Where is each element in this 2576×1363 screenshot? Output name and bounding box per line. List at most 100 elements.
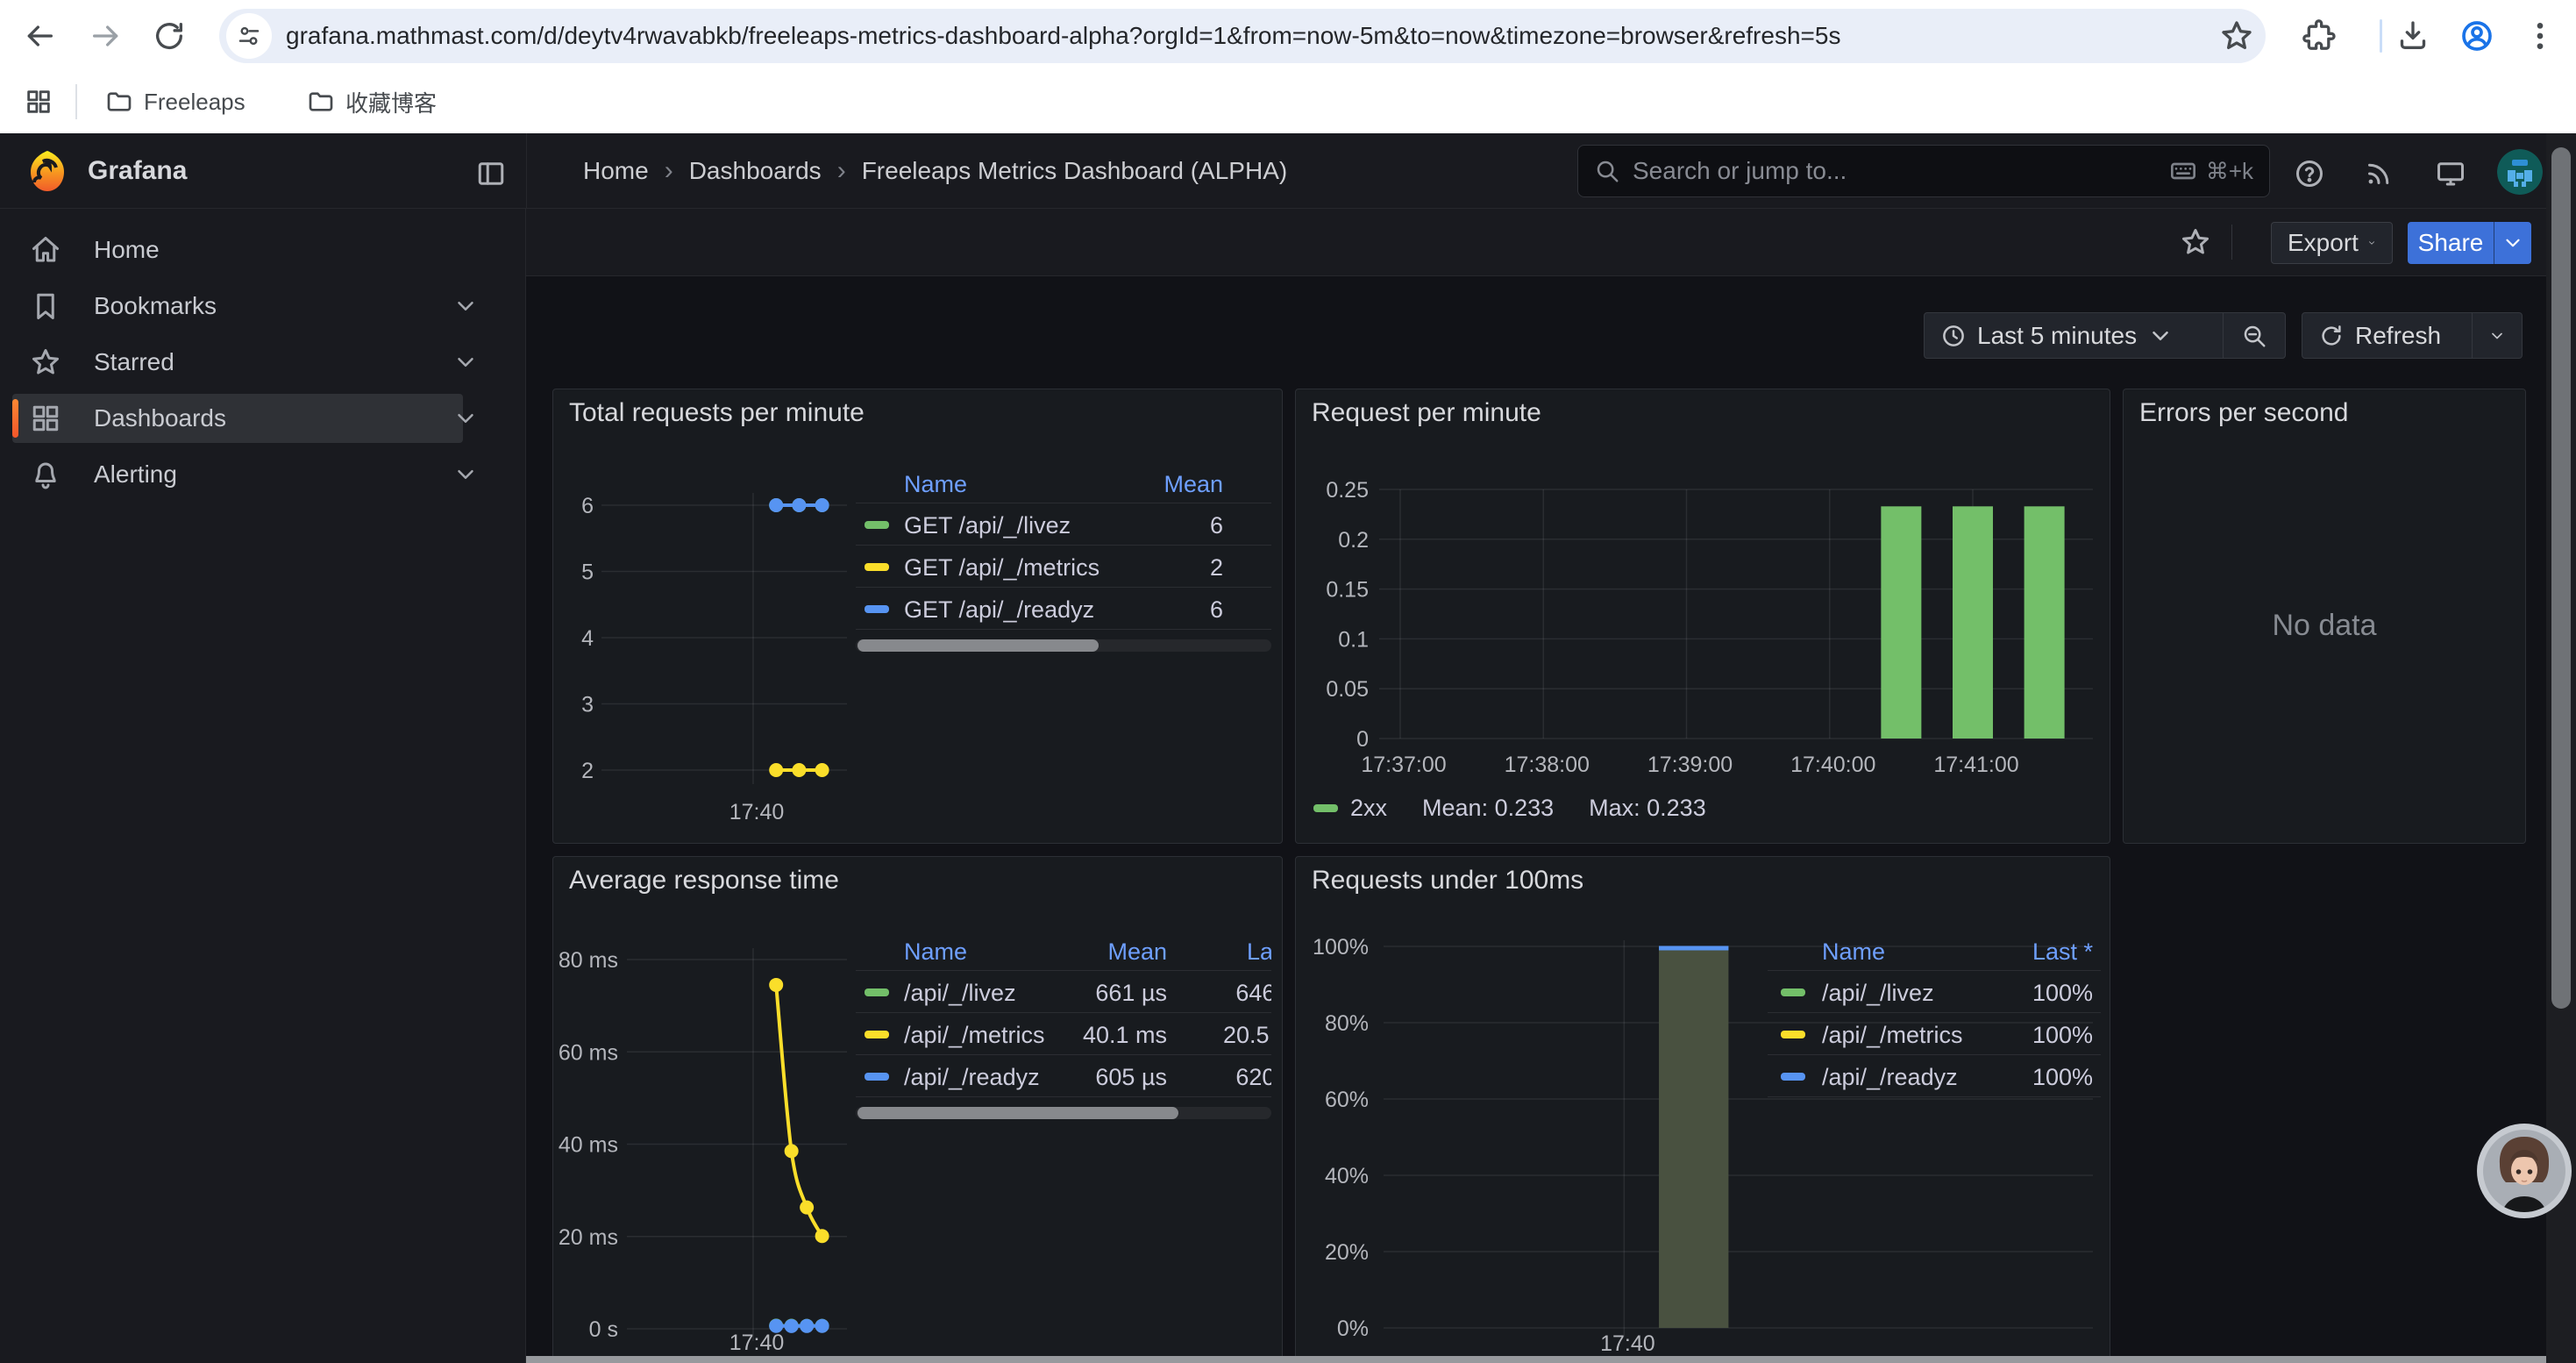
panel-requests-under-100ms: Requests under 100ms 0%20%40%60%80%100%1… [1295,856,2110,1363]
x-tick-label: 17:40 [1600,1331,1655,1356]
help-icon[interactable] [2288,152,2331,196]
legend-value-last: 620 µs [1235,1064,1271,1091]
breadcrumb-current: Freeleaps Metrics Dashboard (ALPHA) [862,157,1288,185]
legend-column-header[interactable]: Last * [1247,938,1271,966]
chevron-down-icon [2488,323,2506,349]
search-shortcut: ⌘+k [2153,157,2253,185]
floating-avatar-widget[interactable] [2476,1123,2572,1219]
keyboard-icon [2169,157,2197,185]
legend-row[interactable]: /api/_/metrics100% [1768,1013,2101,1055]
forward-icon[interactable] [81,11,132,61]
legend-value-last: 100% [2032,1022,2093,1049]
export-button[interactable]: Export [2271,222,2393,264]
bookmark-folder-freeleaps[interactable]: Freeleaps [96,79,254,125]
sidebar-item-home[interactable]: Home [12,225,463,275]
sidebar-toggle-icon[interactable] [469,152,513,196]
vertical-scrollbar[interactable] [2551,147,2571,1009]
site-settings-icon[interactable] [226,13,272,59]
x-tick-label: 17:40:00 [1790,753,1875,777]
grafana-logo[interactable] [25,148,70,194]
y-tick-label: 0.25 [1326,478,1369,503]
bar-chart[interactable]: 00.050.10.150.20.2517:37:0017:38:0017:39… [1296,389,2111,849]
refresh-button[interactable]: Refresh [2302,312,2473,359]
toolbar-divider [2380,19,2382,53]
legend-row[interactable]: /api/_/readyz100% [1768,1055,2101,1097]
share-button[interactable]: Share [2408,222,2494,264]
sidebar-item-label: Dashboards [94,404,226,432]
chevron-down-icon[interactable] [452,349,479,375]
y-tick-label: 80% [1325,1011,1369,1036]
downloads-icon[interactable] [2387,11,2438,61]
legend-series-name: /api/_/livez [1822,980,1934,1007]
url-text: grafana.mathmast.com/d/deytv4rwavabkb/fr… [286,22,2211,50]
y-tick-label: 2 [581,759,594,783]
legend-row[interactable]: GET /api/_/metrics2 [856,546,1271,588]
legend-row[interactable]: /api/_/metrics40.1 ms20.5 ms [856,1013,1271,1055]
legend-row[interactable]: /api/_/livez100% [1768,971,2101,1013]
y-tick-label: 4 [581,626,594,651]
folder-icon [105,88,133,116]
browser-toolbar: grafana.mathmast.com/d/deytv4rwavabkb/fr… [0,0,2576,72]
legend-value-mean: 40.1 ms [1083,1022,1167,1049]
refresh-icon [2318,323,2345,349]
series-line [776,985,822,1236]
menu-icon[interactable] [2515,11,2565,61]
chevron-down-icon[interactable] [452,293,479,319]
legend-h-scrollbar[interactable] [856,1107,1271,1119]
breadcrumb-dashboards[interactable]: Dashboards [689,157,822,185]
horizontal-scrollbar[interactable] [526,1356,2576,1363]
user-avatar[interactable] [2497,149,2543,195]
x-tick-label: 17:37:00 [1361,753,1446,777]
legend-row[interactable]: GET /api/_/livez6 [856,503,1271,546]
chevron-down-icon[interactable] [452,405,479,432]
legend-series-name: /api/_/readyz [1822,1064,1958,1091]
dashboards-icon [30,403,61,434]
legend-row[interactable]: /api/_/livez661 µs646 µs [856,971,1271,1013]
share-menu-button[interactable] [2494,222,2531,264]
time-range-picker[interactable]: Last 5 minutes [1924,312,2224,359]
x-tick-label: 17:40 [729,800,785,824]
legend-row[interactable]: /api/_/readyz605 µs620 µs [856,1055,1271,1097]
breadcrumb-home[interactable]: Home [583,157,649,185]
monitor-icon[interactable] [2429,152,2473,196]
back-icon[interactable] [14,11,65,61]
favorite-star-icon[interactable] [2174,220,2217,264]
profile-icon[interactable] [2451,11,2502,61]
address-bar[interactable]: grafana.mathmast.com/d/deytv4rwavabkb/fr… [219,9,2266,63]
extensions-icon[interactable] [2294,11,2345,61]
sidebar-item-dashboards[interactable]: Dashboards [12,394,463,443]
search-input[interactable]: Search or jump to... ⌘+k [1577,145,2270,197]
legend-column-header[interactable]: Name [1822,938,1885,966]
sidebar-item-starred[interactable]: Starred [12,338,463,387]
legend-swatch [865,521,889,529]
bookmark-folder-blogs[interactable]: 收藏博客 [298,79,445,125]
news-rss-icon[interactable] [2357,152,2401,196]
y-tick-label: 0.05 [1326,677,1369,702]
legend-column-header[interactable]: Mean [1163,471,1223,498]
bar [1881,506,1921,739]
bookmarks-bar: Freeleaps 收藏博客 [0,72,2576,133]
legend-table: NameMeanGET /api/_/livez6GET /api/_/metr… [856,464,1271,666]
sidebar-item-alerting[interactable]: Alerting [12,450,463,499]
refresh-interval-dropdown[interactable] [2473,312,2523,359]
home-icon [30,234,61,266]
legend-column-header[interactable]: Mean [1107,938,1167,966]
zoom-out-icon[interactable] [2224,312,2286,359]
chevron-down-icon[interactable] [452,461,479,488]
bookmark-icon [30,290,61,322]
legend-column-header[interactable]: Name [904,471,967,498]
legend-column-header[interactable]: Last * [2032,938,2093,966]
apps-grid-icon[interactable] [16,79,61,125]
reload-icon[interactable] [144,11,195,61]
panel-title[interactable]: Errors per second [2139,398,2348,428]
bookmark-star-icon[interactable] [2211,11,2262,61]
legend-row[interactable]: GET /api/_/readyz6 [856,588,1271,630]
series-point [815,1319,829,1333]
legend-h-scrollbar[interactable] [856,639,1271,652]
sidebar-item-bookmarks[interactable]: Bookmarks [12,282,463,331]
series-point [769,978,783,992]
legend-item-2xx[interactable]: 2xx Mean: 0.233 Max: 0.233 [1313,795,1706,822]
legend-series-name: GET /api/_/metrics [904,554,1099,582]
legend-column-header[interactable]: Name [904,938,967,966]
bar [2025,506,2065,739]
